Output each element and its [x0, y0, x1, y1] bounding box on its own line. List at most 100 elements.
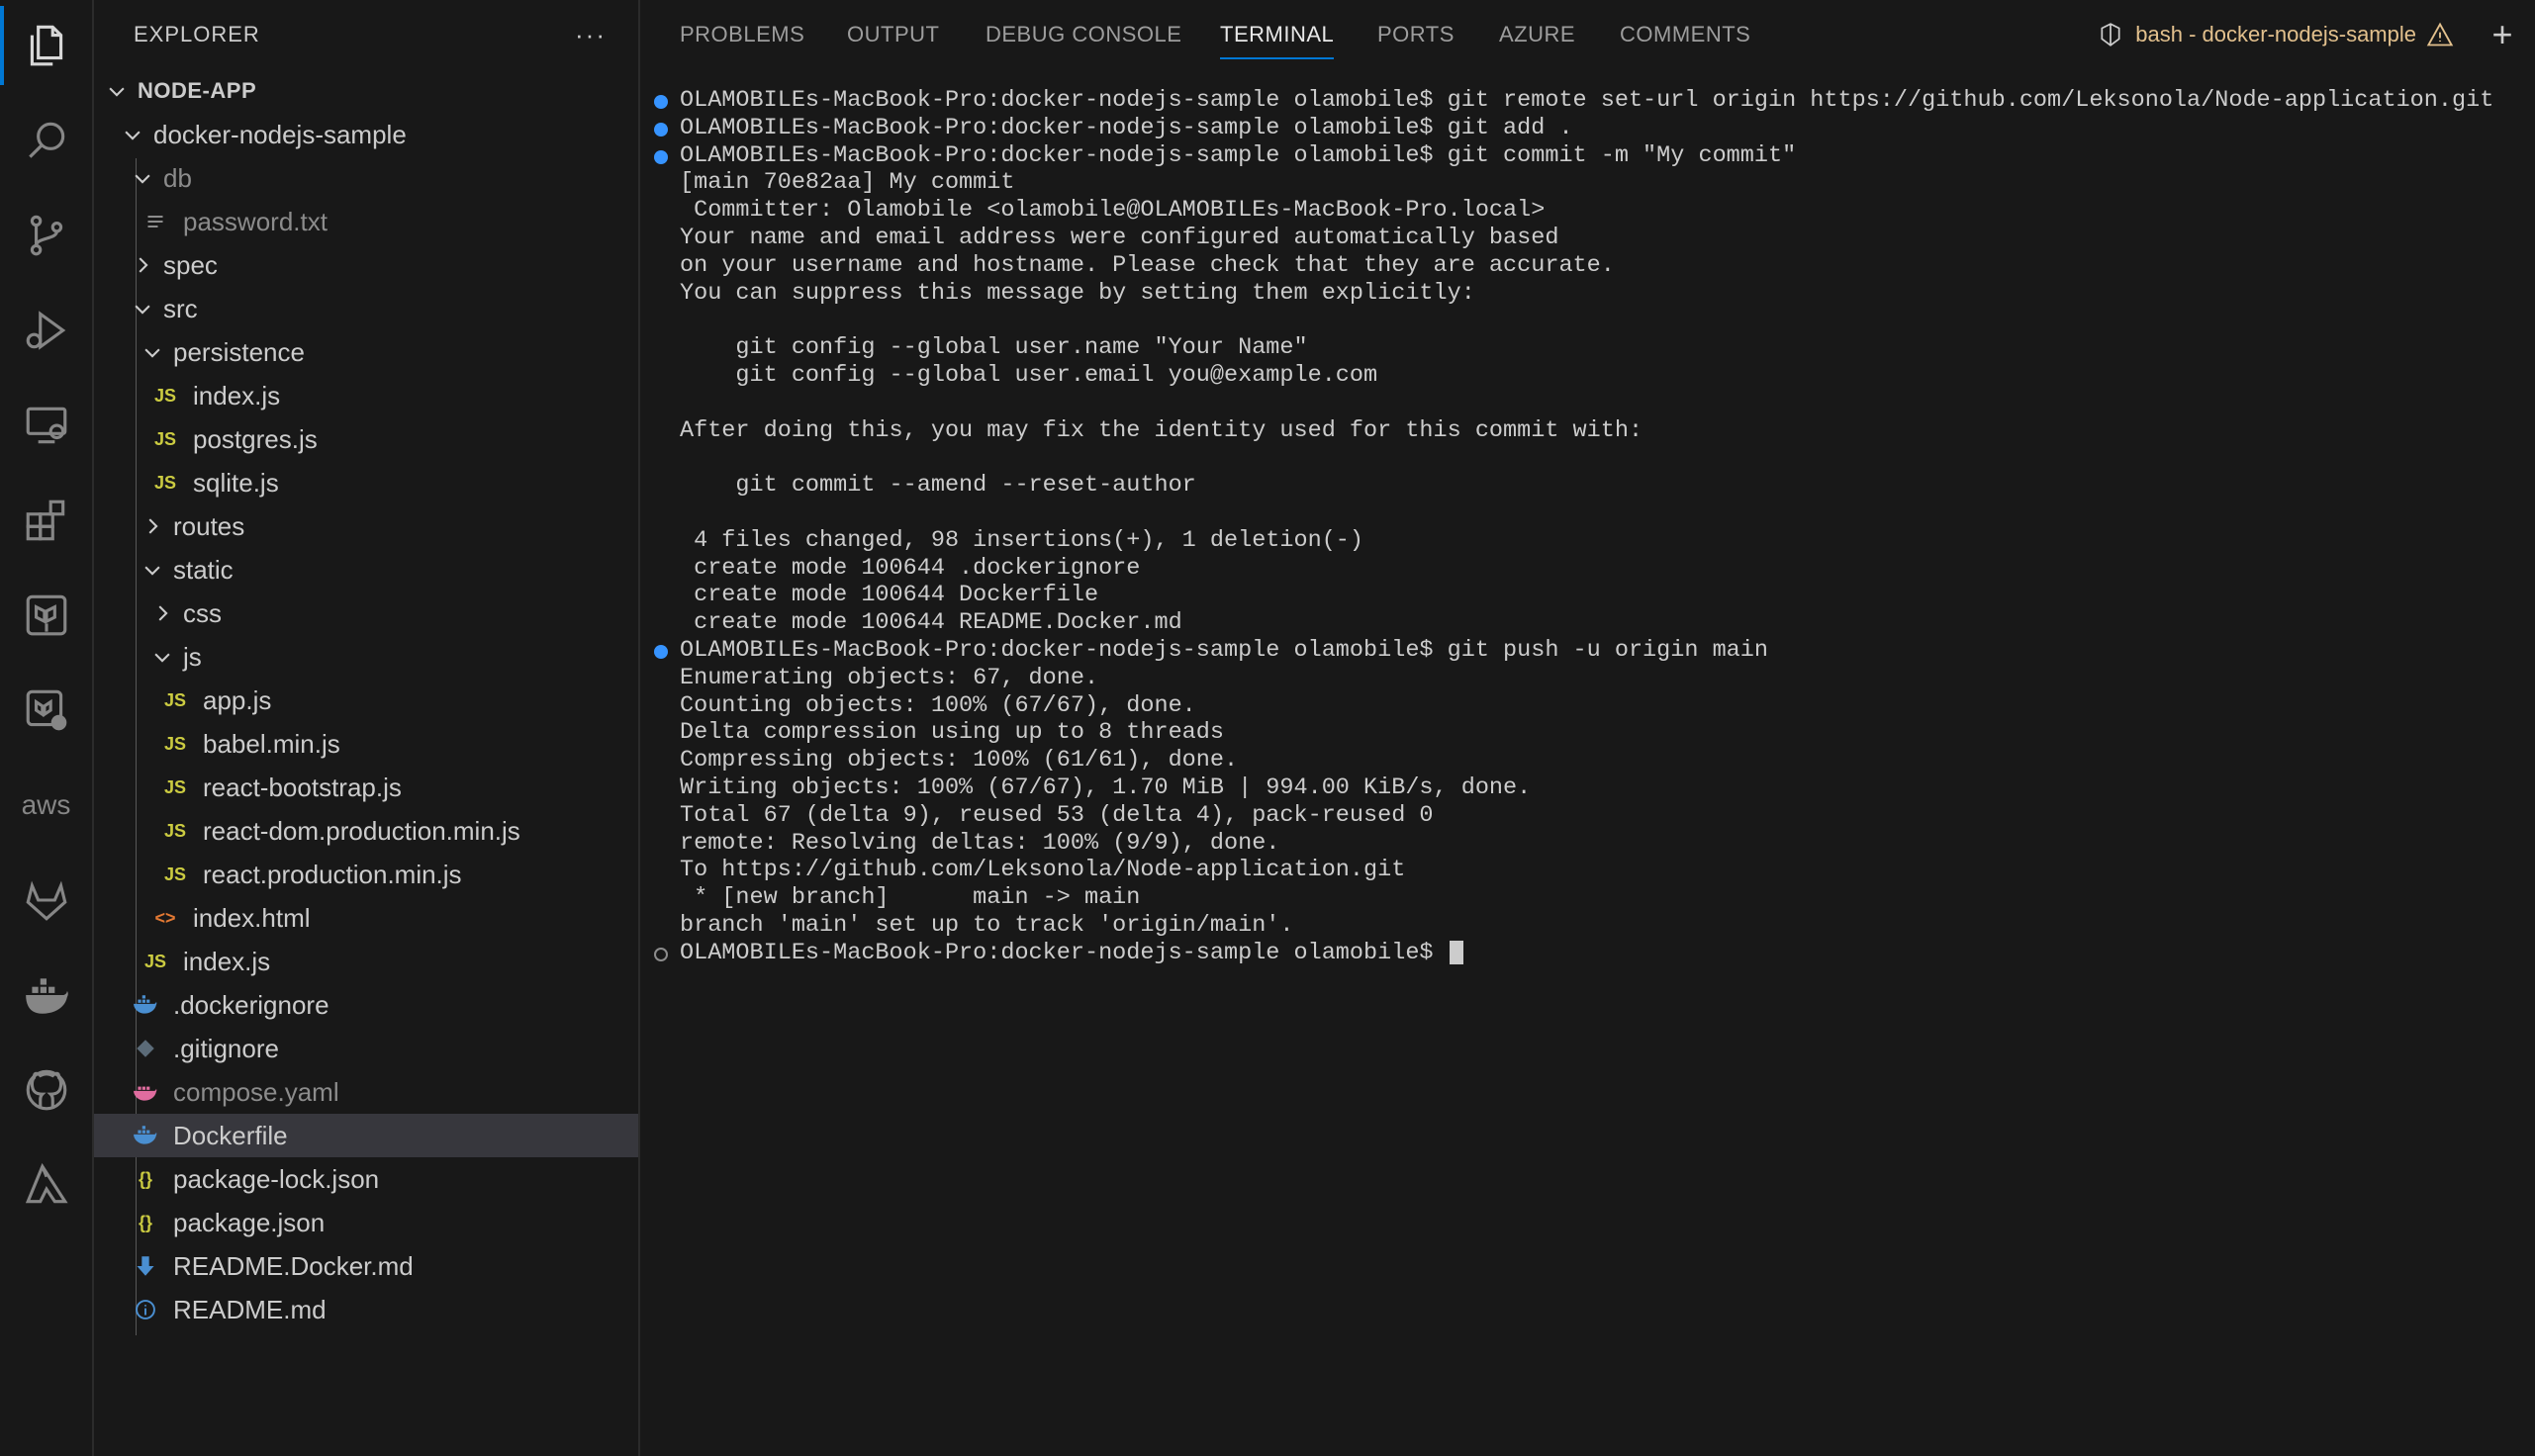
source-control-icon[interactable]	[0, 196, 92, 275]
tree-file-item[interactable]: JS postgres.js	[94, 417, 638, 461]
tab-debug-console[interactable]: DEBUG CONSOLE	[986, 0, 1181, 69]
terminal-line-text: git config --global user.name "Your Name…	[680, 334, 1308, 362]
tree-item-label: react.production.min.js	[203, 859, 462, 889]
terminal-instance-title[interactable]: bash - docker-nodejs-sample	[2098, 0, 2454, 69]
tree-file-item[interactable]: {} package.json	[94, 1201, 638, 1244]
explorer-icon[interactable]	[0, 6, 92, 85]
tree-file-item[interactable]: README.Docker.md	[94, 1244, 638, 1288]
tab-comments[interactable]: COMMENTS	[1620, 0, 1750, 69]
tree-folder-item[interactable]: css	[94, 592, 638, 635]
terminal-line: create mode 100644 .dockerignore	[680, 555, 2515, 583]
terminal-cursor	[1449, 940, 1463, 964]
tree-folder-item[interactable]: src	[94, 287, 638, 330]
terminal-line-text: [main 70e82aa] My commit	[680, 169, 1015, 197]
docker-file-icon	[130, 994, 161, 1016]
tree-folder-item[interactable]: static	[94, 548, 638, 592]
tree-item-label: .dockerignore	[173, 989, 329, 1020]
terminal-output[interactable]: OLAMOBILEs-MacBook-Pro:docker-nodejs-sam…	[654, 87, 2515, 1456]
tree-folder-item[interactable]: docker-nodejs-sample	[94, 113, 638, 156]
run-debug-icon[interactable]	[0, 291, 92, 370]
terminal-line-text: create mode 100644 README.Docker.md	[680, 609, 1182, 637]
tree-file-item[interactable]: compose.yaml	[94, 1070, 638, 1114]
tree-item-label: db	[163, 162, 192, 193]
tree-file-item[interactable]: .gitignore	[94, 1027, 638, 1070]
info-file-icon	[130, 1299, 161, 1320]
javascript-file-icon: JS	[163, 864, 187, 884]
more-actions-icon[interactable]: ···	[575, 20, 607, 50]
search-icon[interactable]	[0, 101, 92, 180]
command-decoration-icon[interactable]	[654, 947, 668, 961]
tree-file-item[interactable]: .dockerignore	[94, 983, 638, 1027]
tree-file-item[interactable]: JS react-bootstrap.js	[94, 766, 638, 809]
tree-file-item[interactable]: JS babel.min.js	[94, 722, 638, 766]
javascript-file-icon: JS	[153, 472, 177, 493]
tree-root-item[interactable]: NODE-APP	[94, 69, 638, 113]
warning-icon[interactable]	[2426, 21, 2454, 48]
command-decoration-icon[interactable]	[654, 149, 668, 164]
tree-folder-item[interactable]: js	[94, 635, 638, 679]
terminal-line-text: OLAMOBILEs-MacBook-Pro:docker-nodejs-sam…	[680, 939, 1448, 966]
terminal-line: branch 'main' set up to track 'origin/ma…	[680, 912, 2515, 940]
tree-file-item[interactable]: JS react-dom.production.min.js	[94, 809, 638, 853]
chevron-right-icon	[128, 254, 157, 276]
chevron-right-icon	[138, 515, 167, 537]
tab-ports[interactable]: PORTS	[1377, 0, 1455, 69]
tree-folder-item[interactable]: spec	[94, 243, 638, 287]
github-icon[interactable]	[0, 1050, 92, 1130]
terminal-line-text: OLAMOBILEs-MacBook-Pro:docker-nodejs-sam…	[680, 114, 1573, 141]
add-terminal-button[interactable]: +	[2478, 0, 2527, 69]
command-decoration-icon[interactable]	[654, 644, 668, 659]
tree-folder-item[interactable]: persistence	[94, 330, 638, 374]
chevron-down-icon	[138, 559, 167, 581]
panel: PROBLEMS OUTPUT DEBUG CONSOLE TERMINAL P…	[640, 0, 2535, 1456]
text-file-icon	[140, 212, 171, 231]
terraform-icon[interactable]	[0, 576, 92, 655]
remote-explorer-icon[interactable]	[0, 386, 92, 465]
tab-output[interactable]: OUTPUT	[847, 0, 939, 69]
chevron-right-icon	[147, 602, 177, 624]
docker-icon[interactable]	[0, 956, 92, 1035]
extensions-icon[interactable]	[0, 481, 92, 560]
gitlab-icon[interactable]	[0, 861, 92, 940]
terminal-line-text: Writing objects: 100% (67/67), 1.70 MiB …	[680, 774, 1532, 801]
terminal-line-text: create mode 100644 .dockerignore	[680, 554, 1141, 582]
aws-icon[interactable]: aws	[0, 766, 92, 845]
tab-terminal[interactable]: TERMINAL	[1220, 0, 1335, 69]
tree-file-item[interactable]: README.md	[94, 1288, 638, 1331]
tab-problems[interactable]: PROBLEMS	[680, 0, 804, 69]
tab-azure[interactable]: AZURE	[1499, 0, 1575, 69]
terminal-line-text: Enumerating objects: 67, done.	[680, 664, 1099, 691]
tree-folder-item[interactable]: routes	[94, 504, 638, 548]
tree-item-label: app.js	[203, 684, 272, 715]
tree-file-item[interactable]: {} package-lock.json	[94, 1157, 638, 1201]
markdown-file-icon	[130, 1255, 161, 1277]
terraform-cloud-icon[interactable]	[0, 671, 92, 750]
javascript-file-icon: JS	[163, 820, 187, 841]
tree-file-item[interactable]: JS app.js	[94, 679, 638, 722]
terminal-line-text: Committer: Olamobile <olamobile@OLAMOBIL…	[680, 197, 1546, 225]
terminal-package-icon	[2098, 22, 2123, 47]
terminal-line: Your name and email address were configu…	[680, 225, 2515, 252]
tree-file-item[interactable]: <> index.html	[94, 896, 638, 940]
tree-file-item[interactable]: JS sqlite.js	[94, 461, 638, 504]
terminal-line: create mode 100644 Dockerfile	[680, 582, 2515, 609]
explorer-sidebar: EXPLORER ··· NODE-APP docker-nodejs-sampl…	[94, 0, 640, 1456]
terminal-line-text: git commit --amend --reset-author	[680, 472, 1196, 500]
tree-file-item[interactable]: JS index.js	[94, 940, 638, 983]
tree-item-label: .gitignore	[173, 1033, 279, 1063]
tree-file-item[interactable]: JS index.js	[94, 374, 638, 417]
json-file-icon: {}	[138, 1212, 152, 1232]
command-decoration-icon[interactable]	[654, 95, 668, 109]
tree-item-label: password.txt	[183, 206, 328, 236]
tree-file-item[interactable]: password.txt	[94, 200, 638, 243]
azure-icon[interactable]	[0, 1145, 92, 1225]
terminal-line-text: 4 files changed, 98 insertions(+), 1 del…	[680, 526, 1364, 554]
terminal-line: OLAMOBILEs-MacBook-Pro:docker-nodejs-sam…	[654, 114, 2515, 142]
tree-file-item[interactable]: Dockerfile	[94, 1114, 638, 1157]
command-decoration-icon[interactable]	[654, 122, 668, 136]
tree-file-item[interactable]: JS react.production.min.js	[94, 853, 638, 896]
tree-folder-item[interactable]: db	[94, 156, 638, 200]
